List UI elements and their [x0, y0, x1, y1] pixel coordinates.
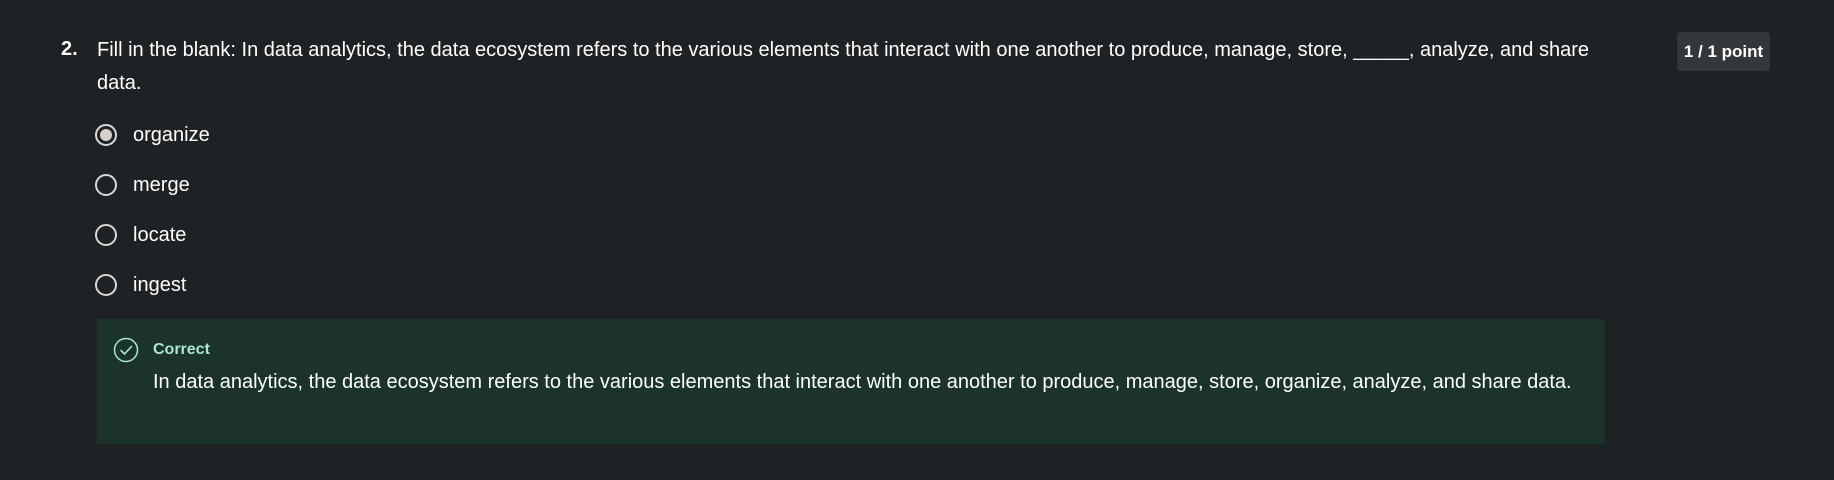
radio-selected-icon[interactable]: [95, 124, 117, 146]
option-label: ingest: [133, 274, 187, 296]
radio-unselected-icon[interactable]: [95, 224, 117, 246]
feedback-status: Correct: [153, 341, 210, 358]
radio-unselected-icon[interactable]: [95, 274, 117, 296]
option-ingest[interactable]: ingest: [95, 268, 210, 318]
question-text: Fill in the blank: In data analytics, th…: [97, 39, 1589, 94]
option-organize[interactable]: organize: [95, 118, 210, 168]
option-label: locate: [133, 224, 187, 246]
feedback-explanation: In data analytics, the data ecosystem re…: [153, 371, 1572, 393]
quiz-question: 2. Fill in the blank: In data analytics,…: [0, 0, 1834, 480]
option-locate[interactable]: locate: [95, 218, 210, 268]
question-number: 2.: [61, 38, 78, 60]
feedback-panel: Correct In data analytics, the data ecos…: [97, 319, 1605, 444]
option-merge[interactable]: merge: [95, 168, 210, 218]
points-badge: 1 / 1 point: [1677, 32, 1770, 71]
option-label: merge: [133, 174, 190, 196]
option-label: organize: [133, 124, 210, 146]
check-circle-icon: [113, 337, 139, 363]
radio-unselected-icon[interactable]: [95, 174, 117, 196]
answer-options: organize merge locate ingest: [95, 118, 210, 318]
